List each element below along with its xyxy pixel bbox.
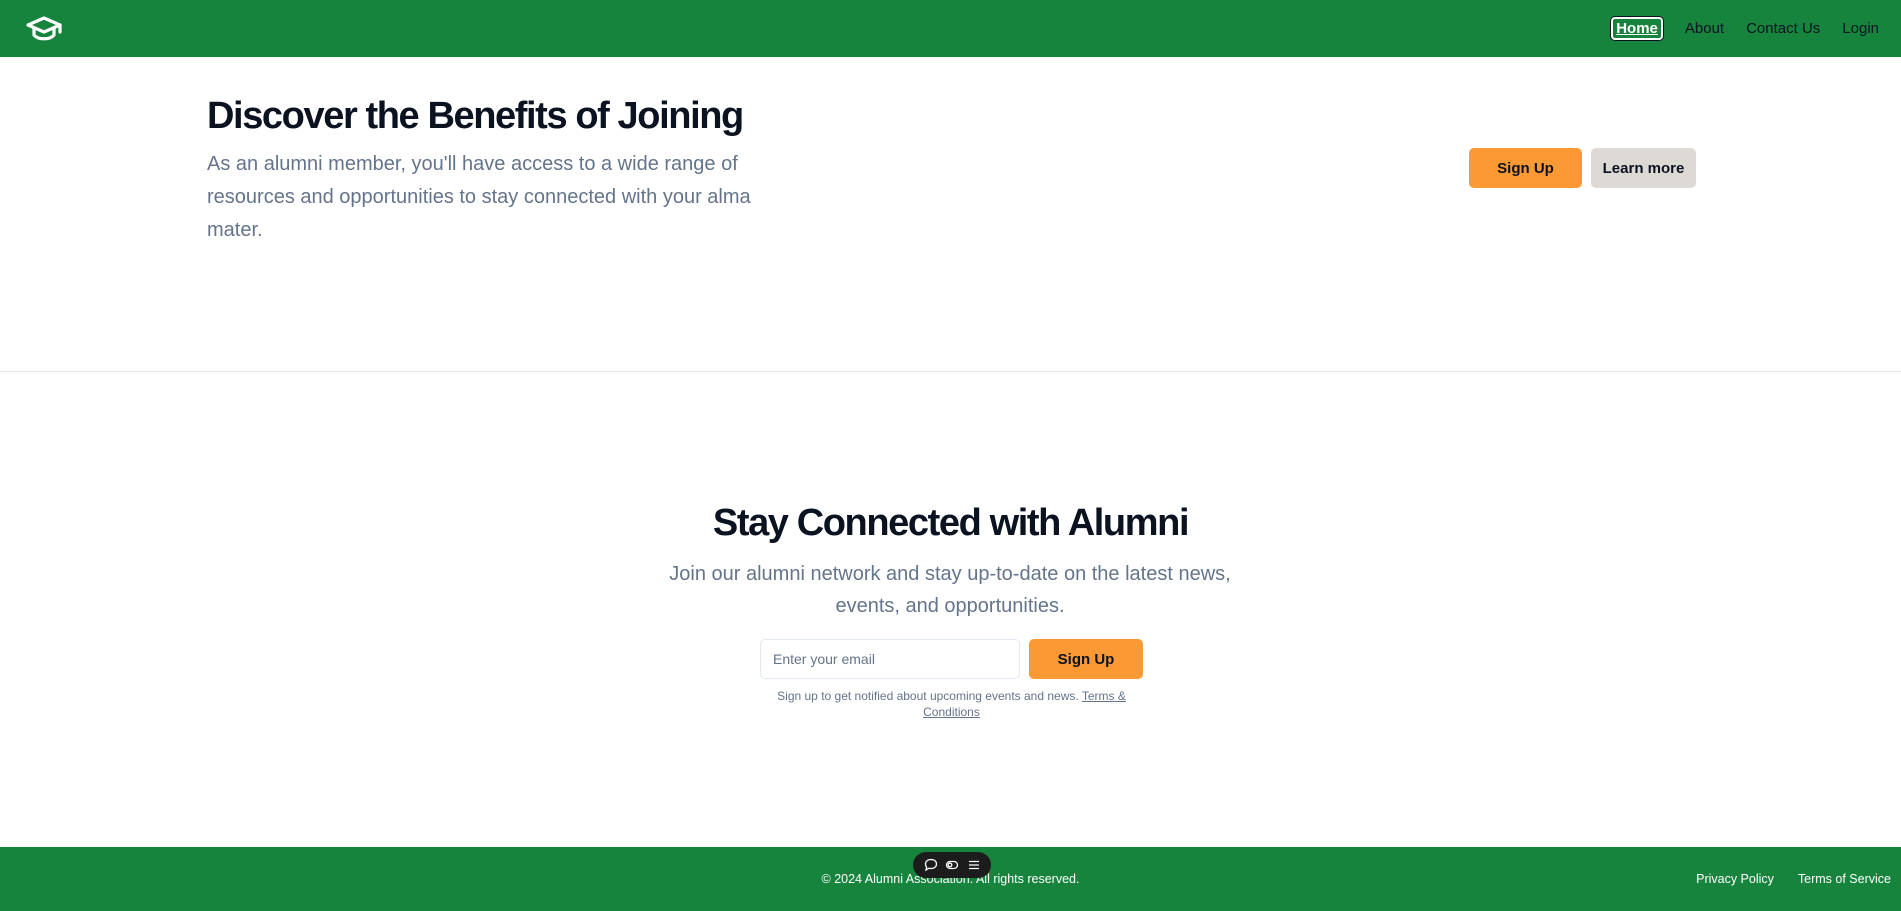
main-nav: Home About Contact Us Login — [1611, 0, 1879, 57]
fine-print-text: Sign up to get notified about upcoming e… — [777, 689, 1079, 703]
nav-login-link[interactable]: Login — [1842, 20, 1879, 37]
privacy-policy-link[interactable]: Privacy Policy — [1696, 872, 1774, 886]
top-navbar: Home About Contact Us Login — [0, 0, 1901, 57]
nav-contact-link[interactable]: Contact Us — [1746, 20, 1820, 37]
chat-icon[interactable] — [923, 857, 939, 873]
learn-more-button[interactable]: Learn more — [1591, 148, 1696, 188]
menu-icon[interactable] — [966, 857, 982, 873]
terms-of-service-link[interactable]: Terms of Service — [1798, 872, 1891, 886]
floating-toolbar — [913, 852, 991, 878]
nav-home-link[interactable]: Home — [1611, 17, 1663, 40]
signup-fine-print: Sign up to get notified about upcoming e… — [760, 688, 1143, 720]
graduation-cap-icon[interactable] — [24, 12, 64, 46]
hero-signup-button[interactable]: Sign Up — [1469, 148, 1582, 188]
eye-toggle-icon[interactable] — [944, 857, 960, 873]
footer-links: Privacy Policy Terms of Service — [1696, 872, 1891, 886]
nav-about-link[interactable]: About — [1685, 20, 1724, 37]
benefits-section: Discover the Benefits of Joining As an a… — [0, 57, 1901, 372]
benefits-title: Discover the Benefits of Joining — [207, 95, 744, 137]
stay-connected-section: Stay Connected with Alumni Join our alum… — [0, 372, 1901, 847]
benefits-description: As an alumni member, you'll have access … — [207, 153, 751, 241]
email-input[interactable] — [760, 639, 1020, 679]
newsletter-signup-button[interactable]: Sign Up — [1029, 639, 1143, 679]
connect-description: Join our alumni network and stay up-to-d… — [669, 563, 1231, 617]
connect-title: Stay Connected with Alumni — [712, 502, 1190, 544]
